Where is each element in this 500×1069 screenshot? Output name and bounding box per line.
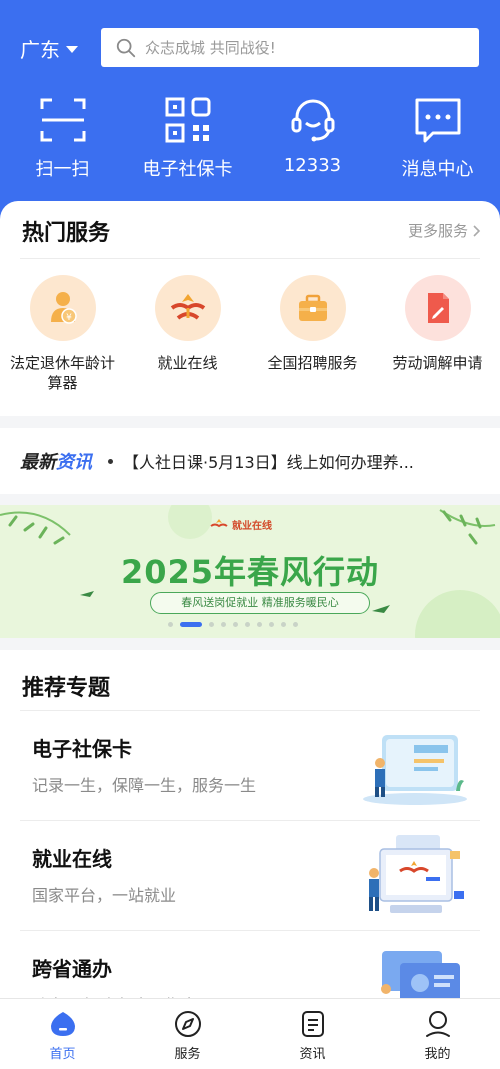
news-brand-part2: 资讯 [56, 452, 92, 473]
service-retirement-calculator[interactable]: ¥ 法定退休年龄计算器 [0, 275, 125, 393]
service-label: 劳动调解申请 [392, 354, 483, 372]
service-icon-bg [404, 275, 471, 341]
carousel-dot[interactable] [221, 622, 226, 627]
recommended-item-desc: 记录一生，保障一生，服务一生 [32, 776, 257, 795]
service-icon-bg: ¥ [29, 275, 96, 341]
service-label: 法定退休年龄计算器 [9, 354, 115, 392]
top-bar: 广东 众志成城 共同战役! [0, 28, 500, 68]
quick-scan-label: 扫一扫 [35, 159, 90, 180]
quick-e-card-label: 电子社保卡 [142, 159, 233, 180]
service-icon-bg [154, 275, 221, 341]
service-label: 就业在线 [157, 354, 218, 372]
carousel-dot[interactable] [257, 622, 262, 627]
news-ticker[interactable]: 最新资讯 【人社日课·5月13日】线上如何办理养... [0, 428, 500, 494]
nav-profile[interactable]: 我的 [375, 999, 500, 1069]
quick-messages-label: 消息中心 [401, 159, 474, 180]
recommended-title: 推荐专题 [22, 676, 111, 701]
banner-logo: 就业在线 [210, 517, 272, 532]
bullet-icon [108, 458, 113, 464]
region-label: 广东 [20, 38, 60, 62]
carousel-dot[interactable] [233, 622, 238, 627]
briefcase-icon [298, 294, 327, 321]
service-recruitment[interactable]: 全国招聘服务 [250, 275, 375, 393]
promo-banner[interactable]: 就业在线 2025年春风行动 春风送岗促就业 精准服务暖民心 [0, 505, 500, 638]
more-services-label: 更多服务 [407, 222, 468, 240]
employment-online-illustration [369, 835, 464, 913]
recommended-item-name: 跨省通办 [32, 957, 112, 981]
quick-hotline-label: 12333 [283, 155, 342, 176]
hot-services-card: 热门服务 更多服务 ¥ 法定退休年龄计算器 就业在线 全国招聘服务 劳动调解申请 [0, 201, 500, 416]
qrcode-icon [165, 97, 210, 143]
customer-service-icon [291, 99, 334, 142]
compass-icon [174, 1011, 201, 1037]
carousel-dot[interactable] [269, 622, 274, 627]
news-brand: 最新资讯 [20, 448, 92, 474]
recommended-item-e-card[interactable]: 电子社保卡 记录一生，保障一生，服务一生 [20, 711, 480, 821]
divider [20, 258, 480, 259]
service-label: 全国招聘服务 [267, 354, 358, 372]
recommended-item-name: 电子社保卡 [32, 737, 132, 761]
news-brand-part1: 最新 [20, 452, 56, 473]
caret-down-icon [66, 46, 78, 53]
carousel-dot[interactable] [281, 622, 286, 627]
news-headline[interactable]: 【人社日课·5月13日】线上如何办理养... [123, 449, 468, 473]
header: 广东 众志成城 共同战役! 扫一扫 电子社保卡 12333 消息中心 [0, 0, 500, 230]
carousel-dot[interactable] [209, 622, 214, 627]
carousel-indicator[interactable] [168, 622, 298, 627]
employment-logo-icon [210, 518, 228, 527]
banner-title: 2025年春风行动 [120, 553, 380, 591]
carousel-dot[interactable] [245, 622, 250, 627]
nav-news-label: 资讯 [299, 1047, 326, 1062]
chevron-right-icon [473, 224, 481, 237]
hot-services-title: 热门服务 [22, 221, 111, 246]
more-services-link[interactable]: 更多服务 [408, 220, 482, 241]
document-edit-icon [427, 293, 449, 323]
hot-services-grid: ¥ 法定退休年龄计算器 就业在线 全国招聘服务 劳动调解申请 [0, 275, 500, 393]
message-icon [415, 98, 460, 143]
carousel-dot[interactable] [168, 622, 173, 627]
quick-scan[interactable]: 扫一扫 [0, 95, 125, 185]
quick-hotline[interactable]: 12333 [250, 95, 375, 185]
nav-news[interactable]: 资讯 [250, 999, 375, 1069]
scan-icon [40, 98, 85, 142]
service-labor-mediation[interactable]: 劳动调解申请 [375, 275, 500, 393]
recommended-item-employment-online[interactable]: 就业在线 国家平台，一站就业 [20, 821, 480, 931]
recommended-item-name: 就业在线 [32, 847, 112, 871]
service-icon-bg [279, 275, 346, 341]
news-icon [301, 1011, 324, 1037]
banner-slogan: 春风送岗促就业 精准服务暖民心 [150, 592, 370, 614]
recommended-item-desc: 国家平台，一站就业 [32, 886, 177, 905]
svg-text:¥: ¥ [66, 313, 72, 323]
nav-profile-label: 我的 [424, 1047, 451, 1062]
quick-e-card[interactable]: 电子社保卡 [125, 95, 250, 185]
search-placeholder: 众志成城 共同战役! [145, 39, 276, 57]
nav-home[interactable]: 首页 [0, 999, 125, 1069]
service-employment-online[interactable]: 就业在线 [125, 275, 250, 393]
carousel-dot[interactable] [180, 622, 202, 627]
carousel-dot[interactable] [293, 622, 298, 627]
region-selector[interactable]: 广东 [20, 34, 78, 63]
profile-icon [425, 1011, 450, 1037]
nav-home-label: 首页 [49, 1047, 76, 1062]
search-icon [116, 38, 136, 57]
nav-services-label: 服务 [174, 1047, 201, 1062]
quick-messages[interactable]: 消息中心 [375, 95, 500, 185]
bottom-nav: 首页 服务 资讯 我的 [0, 998, 500, 1069]
home-icon [50, 1012, 75, 1036]
employment-icon [170, 294, 205, 320]
search-bar[interactable]: 众志成城 共同战役! [101, 28, 479, 67]
social-security-card-illustration [363, 735, 467, 805]
quick-actions: 扫一扫 电子社保卡 12333 消息中心 [0, 95, 500, 185]
banner-logo-text: 就业在线 [232, 521, 272, 532]
nav-services[interactable]: 服务 [125, 999, 250, 1069]
retirement-icon: ¥ [50, 292, 77, 324]
